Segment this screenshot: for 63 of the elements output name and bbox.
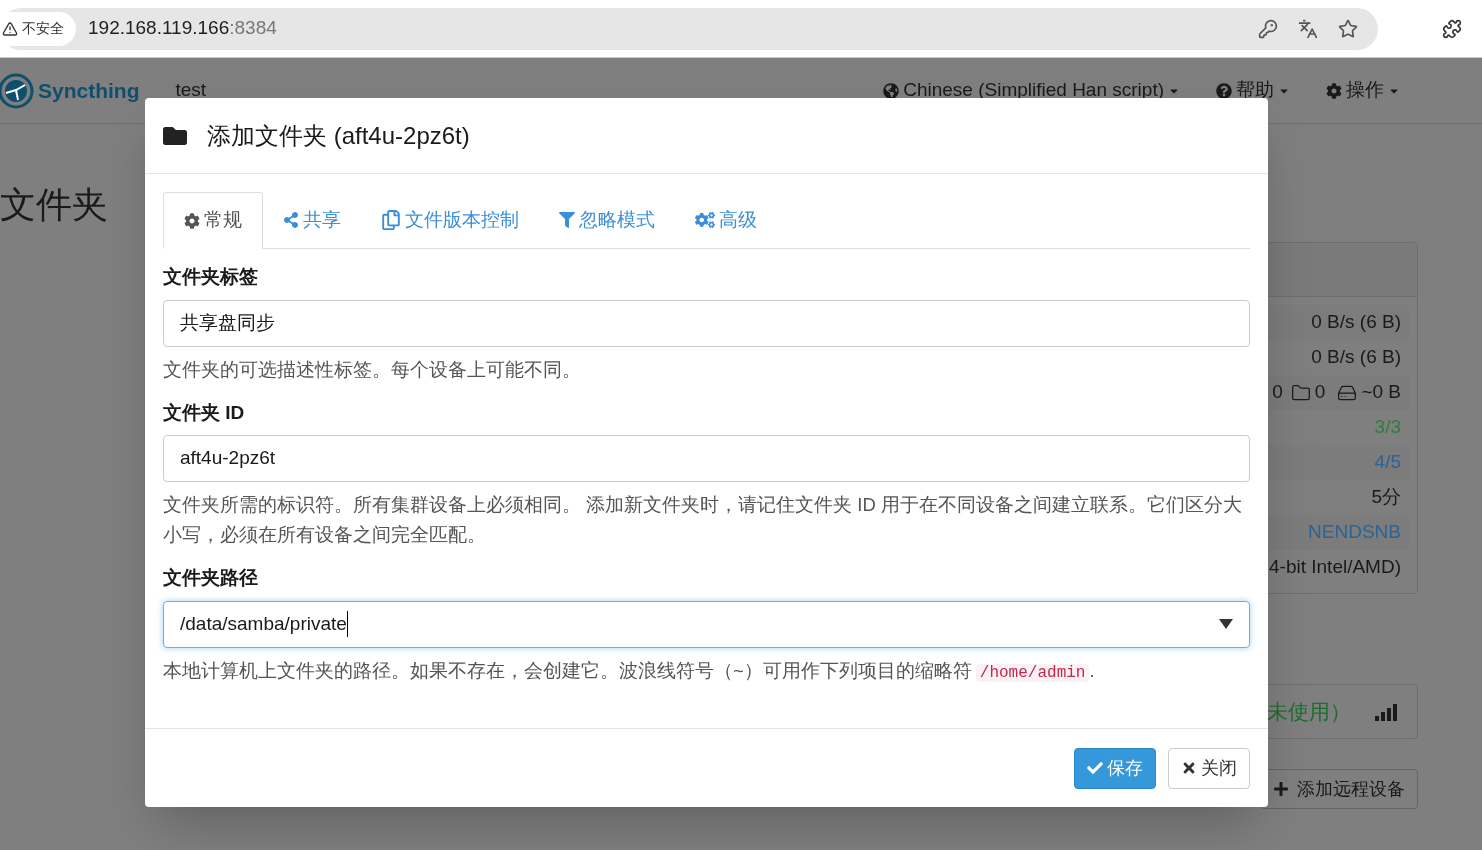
plus-icon [1273, 781, 1289, 797]
field-label: 文件夹路径 [163, 566, 259, 590]
add-device-button[interactable]: 添加远程设备 [1260, 769, 1418, 809]
text-cursor [346, 611, 348, 637]
help-text: 本地计算机上文件夹的路径。如果不存在，会创建它。波浪线符号（~）可用作下列项目的缩略符 /home/admin . [163, 658, 1096, 684]
path-code: /home/admin [975, 663, 1090, 682]
star-icon[interactable] [1338, 18, 1358, 39]
save-button[interactable]: 保存 [1074, 747, 1156, 789]
check-icon [1087, 760, 1103, 776]
folder-count: 0 [1314, 380, 1326, 405]
nav-menu[interactable]: 操作 [1326, 76, 1400, 105]
field-value: 共享盘同步 [180, 310, 275, 335]
field-value: aft4u-2pz6t [180, 446, 276, 471]
brand-name[interactable]: Syncthing [38, 74, 140, 107]
key-icon[interactable] [1258, 18, 1278, 39]
tab[interactable]: 高级 [675, 192, 777, 248]
warning-icon [2, 20, 18, 37]
close-icon [1181, 760, 1197, 776]
path-field[interactable]: /data/samba/private [163, 600, 1250, 648]
share-icon [283, 212, 299, 228]
extensions-icon[interactable] [1442, 18, 1462, 39]
page-title: 文件夹 [0, 183, 108, 227]
device-name: test [175, 78, 207, 103]
size-value: ~0 B [1361, 380, 1401, 405]
status-value: 3/3 [1374, 415, 1401, 440]
dialog-title: 添加文件夹 (aft4u-2pz6t) [207, 120, 470, 151]
help-suffix: . [1089, 659, 1095, 681]
file-count: 0 [1272, 380, 1283, 405]
status-value: NENDSNB [1308, 520, 1401, 545]
help-icon [1216, 82, 1232, 99]
tab[interactable]: 常规 [163, 192, 263, 249]
status-value: 0 B/s (6 B) [1311, 345, 1401, 370]
tab[interactable]: 忽略模式 [539, 192, 675, 248]
settings-icon [1326, 82, 1342, 99]
address-bar[interactable]: 不安全 192.168.119.166:8384 [0, 7, 1378, 50]
help-text: 文件夹所需的标识符。所有集群设备上必须相同。 添加新文件夹时，请记住文件夹 ID 用于在不同设备之间建立联系。它们区分大小写，必须在所有设备之间完全匹配。 [163, 493, 1243, 547]
copy-icon [381, 210, 401, 230]
gears-icon [695, 210, 715, 230]
status-value: 4/5 [1374, 450, 1401, 475]
device-status: 未使用） [1267, 698, 1351, 725]
status-value: 5分 [1371, 485, 1401, 510]
nav-menu[interactable]: 帮助 [1216, 76, 1290, 105]
folder-icon [1290, 382, 1311, 403]
translate-icon[interactable] [1298, 18, 1318, 39]
status-value: 0 B/s (6 B) [1311, 310, 1401, 335]
status-value: 4-bit Intel/AMD) [1269, 555, 1401, 580]
gear-icon [184, 212, 200, 229]
field-label: 文件夹标签 [163, 265, 259, 289]
field-value: /data/samba/private [180, 611, 347, 636]
url-text: 192.168.119.166:8384 [88, 16, 277, 41]
tab[interactable]: 共享 [263, 192, 361, 248]
signal-icon [1375, 702, 1397, 721]
filter-icon [559, 212, 575, 228]
security-badge[interactable]: 不安全 [0, 11, 76, 46]
text-field[interactable]: 共享盘同步 [163, 299, 1250, 347]
field-label: 文件夹 ID [163, 400, 246, 425]
tab[interactable]: 文件版本控制 [361, 192, 539, 248]
logo-icon [0, 72, 34, 109]
dropdown-arrow-icon[interactable] [1219, 619, 1233, 629]
close-button[interactable]: 关闭 [1168, 747, 1250, 789]
text-field[interactable]: aft4u-2pz6t [163, 435, 1250, 482]
globe-icon [883, 82, 900, 99]
help-text: 文件夹的可选描述性标签。每个设备上可能不同。 [163, 357, 582, 382]
